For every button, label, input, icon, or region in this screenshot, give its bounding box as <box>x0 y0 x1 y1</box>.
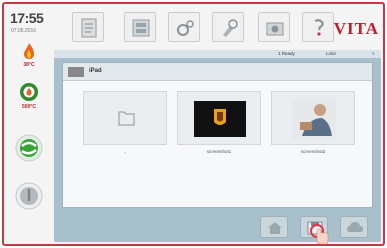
drive-icon <box>68 67 84 77</box>
file-item-parent-label: .. <box>123 149 127 154</box>
bottom-action-bar <box>54 214 381 245</box>
cloud-button[interactable] <box>340 216 368 238</box>
toolbar-settings-button[interactable] <box>168 12 200 42</box>
status-ready: 1 Ready <box>278 51 295 56</box>
flame-icon <box>24 43 34 59</box>
file-item-screenshot1-label: screenshot1 <box>206 149 232 154</box>
status-bar: 1 Ready Lolor × <box>54 50 381 58</box>
toolbar-camera-button[interactable] <box>258 12 290 42</box>
temperature-status: 38°C <box>13 42 45 68</box>
brand-logo: VITA <box>333 19 379 38</box>
status-close-icon[interactable]: × <box>372 51 375 56</box>
file-item-screenshot1[interactable] <box>177 91 261 145</box>
status-label: Lolor <box>326 51 337 56</box>
clock-date: 07.06.2016 <box>11 28 37 34</box>
file-item-screenshot2[interactable] <box>271 91 355 145</box>
program-icon <box>81 18 97 38</box>
current-path: iPad <box>89 68 102 74</box>
home-button[interactable] <box>260 216 288 238</box>
touch-hand-icon <box>310 224 329 245</box>
settings-icon <box>177 20 194 36</box>
toolbar-program-button[interactable] <box>72 12 104 42</box>
clock-time: 17:55 <box>10 10 44 26</box>
path-bar: iPad <box>63 63 372 81</box>
file-manager-panel: 1 Ready Lolor × iPad .. screenshot1 scre… <box>54 50 381 245</box>
image-thumb-person <box>292 99 336 139</box>
toolbar-dryer-button[interactable] <box>124 12 156 42</box>
heater-label: 500°C <box>22 104 36 110</box>
image-thumb-dark <box>194 101 246 137</box>
home-icon <box>268 222 282 234</box>
sync-button[interactable] <box>15 134 43 162</box>
sync-icon <box>15 134 43 162</box>
cloud-icon <box>347 222 363 232</box>
file-browser: iPad .. screenshot1 screenshot2 <box>62 62 373 208</box>
power-button[interactable] <box>15 182 43 210</box>
file-item-parent[interactable] <box>83 91 167 145</box>
power-icon <box>15 182 43 210</box>
app-frame: 17:55 07.06.2016 38°C 500°C VITA 1 Ready… <box>2 2 385 246</box>
temperature-label: 38°C <box>23 62 35 68</box>
heater-icon <box>20 83 38 101</box>
left-status-column: 17:55 07.06.2016 38°C 500°C <box>4 4 52 244</box>
toolbar-tools-button[interactable] <box>212 12 244 42</box>
file-item-screenshot2-label: screenshot2 <box>300 149 326 154</box>
dryer-icon <box>132 19 150 37</box>
toolbar-help-button[interactable] <box>302 12 334 42</box>
save-button[interactable] <box>300 216 329 245</box>
top-toolbar: VITA <box>54 8 383 48</box>
heater-status: 500°C <box>13 82 45 110</box>
folder-icon <box>118 111 135 126</box>
help-icon <box>314 19 324 36</box>
camera-icon <box>266 22 284 36</box>
tools-icon <box>223 19 238 37</box>
